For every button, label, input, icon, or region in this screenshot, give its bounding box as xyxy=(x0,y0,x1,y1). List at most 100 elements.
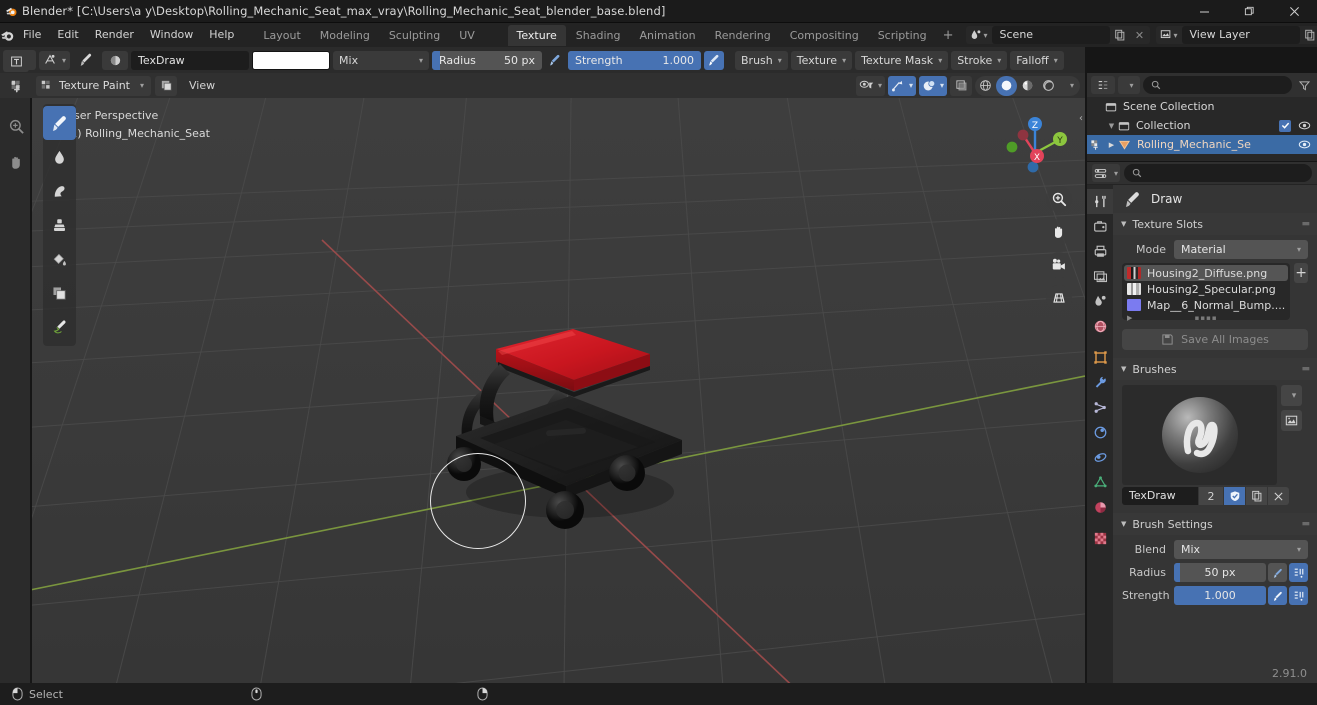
tab-view-layer[interactable] xyxy=(1087,264,1113,289)
tab-object-data[interactable] xyxy=(1087,470,1113,495)
brush-browse-dropdown[interactable]: ▾ xyxy=(1281,385,1302,406)
tab-scene[interactable] xyxy=(1087,289,1113,314)
blender-menu-icon[interactable] xyxy=(0,23,15,47)
tab-tool[interactable] xyxy=(1087,189,1113,214)
material-preview-shading-button[interactable] xyxy=(1017,76,1038,96)
shading-popover[interactable]: ▾ xyxy=(1059,76,1080,96)
outliner-row-rolling-mechanic-seat[interactable]: ▶ Rolling_Mechanic_Se xyxy=(1087,135,1317,154)
save-all-images-button[interactable]: Save All Images xyxy=(1122,329,1308,350)
new-view-layer-button[interactable] xyxy=(1300,26,1317,44)
view-layer-selector[interactable]: ▾ View Layer ✕ xyxy=(1155,26,1317,44)
camera-view-icon[interactable] xyxy=(1046,252,1072,278)
brush-datablock-icon[interactable] xyxy=(102,50,129,70)
texture-popover[interactable]: Texture ▾ xyxy=(790,50,853,70)
scene-selector[interactable]: ▾ Scene ✕ xyxy=(965,26,1150,44)
add-texture-slot-button[interactable]: + xyxy=(1294,263,1308,283)
radius-unified-toggle[interactable] xyxy=(1289,563,1308,582)
texture-slot-item[interactable]: Map__6_Normal_Bump.... xyxy=(1124,297,1288,313)
texture-mask-popover[interactable]: Texture Mask ▾ xyxy=(855,50,949,70)
menu-render[interactable]: Render xyxy=(87,23,142,47)
tab-shading[interactable]: Shading xyxy=(567,25,630,46)
interaction-mode-dropdown[interactable]: Texture Paint ▾ xyxy=(36,75,151,96)
left-viewport-editor-icon[interactable] xyxy=(3,74,29,98)
tab-texture-paint[interactable]: Texture Paint xyxy=(507,24,566,63)
left-editor-type-icon[interactable] xyxy=(3,50,29,72)
stroke-popover[interactable]: Stroke ▾ xyxy=(951,50,1008,70)
strength-unified-toggle[interactable] xyxy=(1289,586,1308,605)
brush-name-field[interactable]: TexDraw xyxy=(1122,487,1198,505)
brush-image-button[interactable] xyxy=(1281,410,1302,431)
menu-window[interactable]: Window xyxy=(142,23,201,47)
edge-zoom-icon[interactable] xyxy=(2,108,30,144)
texture-slot-item[interactable]: Housing2_Diffuse.png xyxy=(1124,265,1289,281)
wireframe-shading-button[interactable] xyxy=(975,76,996,96)
eye-icon[interactable] xyxy=(1298,120,1311,131)
strength-pressure-toggle[interactable] xyxy=(704,50,725,70)
annotate-tool-icon[interactable] xyxy=(43,310,76,344)
tab-world[interactable] xyxy=(1087,314,1113,339)
brushes-panel-header[interactable]: ▼ Brushes ▬ xyxy=(1113,358,1317,380)
outliner-editor-type-icon[interactable] xyxy=(1091,76,1115,94)
brush-name-field[interactable]: TexDraw xyxy=(131,50,250,70)
collection-checkbox[interactable] xyxy=(1279,119,1291,132)
overlays-toggle[interactable]: ▾ xyxy=(918,75,947,96)
tab-compositing[interactable]: Compositing xyxy=(781,25,868,46)
draw-brush-tool-icon[interactable] xyxy=(43,106,76,140)
texture-slot-list[interactable]: Housing2_Diffuse.png Housing2_Specular.p… xyxy=(1122,263,1291,322)
blend-dropdown[interactable]: Mix ▾ xyxy=(1174,540,1308,559)
tab-material[interactable] xyxy=(1087,495,1113,520)
outliner-search-input[interactable] xyxy=(1143,76,1292,94)
new-scene-button[interactable] xyxy=(1110,26,1130,44)
falloff-popover[interactable]: Falloff ▾ xyxy=(1010,50,1064,70)
zoom-icon[interactable] xyxy=(1046,186,1072,212)
rolling-mechanic-seat-model[interactable] xyxy=(398,316,758,546)
new-brush-button[interactable] xyxy=(1246,487,1267,505)
menu-help[interactable]: Help xyxy=(201,23,242,47)
texture-slots-panel-header[interactable]: ▼ Texture Slots ▬ xyxy=(1113,213,1317,235)
mask-tool-icon[interactable] xyxy=(43,276,76,310)
pan-hand-icon[interactable] xyxy=(1046,219,1072,245)
outliner-row-collection[interactable]: ▼ Collection xyxy=(1087,116,1317,135)
clone-tool-icon[interactable] xyxy=(43,208,76,242)
menu-file[interactable]: File xyxy=(15,23,49,47)
radius-slider[interactable]: Radius 50 px xyxy=(432,50,543,70)
edge-pan-icon[interactable] xyxy=(2,144,30,180)
brush-users-count[interactable]: 2 xyxy=(1199,487,1223,505)
tab-object[interactable] xyxy=(1087,345,1113,370)
tab-physics[interactable] xyxy=(1087,420,1113,445)
tab-constraints[interactable] xyxy=(1087,445,1113,470)
toggle-perspective-icon[interactable] xyxy=(1046,285,1072,311)
tab-layout[interactable]: Layout xyxy=(254,25,309,46)
outliner-display-mode-icon[interactable]: ▾ xyxy=(1118,76,1140,94)
strength-slider[interactable]: 1.000 xyxy=(1174,586,1266,605)
outliner-row-scene-collection[interactable]: Scene Collection xyxy=(1087,97,1317,116)
3d-viewport[interactable]: User Perspective (1) Rolling_Mechanic_Se… xyxy=(0,98,1085,683)
brush-color-swatch[interactable] xyxy=(252,50,331,70)
view-layer-name[interactable]: View Layer xyxy=(1181,26,1300,44)
texture-slot-item[interactable]: Housing2_Specular.png xyxy=(1124,281,1288,297)
tab-output[interactable] xyxy=(1087,239,1113,264)
smear-tool-icon[interactable] xyxy=(43,174,76,208)
tab-modifiers[interactable] xyxy=(1087,370,1113,395)
strength-slider[interactable]: Strength 1.000 xyxy=(568,50,702,70)
outliner-filter-icon[interactable] xyxy=(1295,76,1313,94)
disclosure-triangle-icon[interactable]: ▶ xyxy=(1105,141,1118,149)
minimize-button[interactable] xyxy=(1182,0,1227,23)
gizmo-toggle[interactable]: ▾ xyxy=(887,75,916,96)
unlink-brush-button[interactable] xyxy=(1268,487,1289,505)
soften-tool-icon[interactable] xyxy=(43,140,76,174)
close-button[interactable] xyxy=(1272,0,1317,23)
brush-preview[interactable] xyxy=(1122,385,1277,485)
radius-pressure-toggle[interactable] xyxy=(1268,563,1287,582)
radius-pressure-toggle[interactable] xyxy=(545,51,565,70)
navigation-gizmo[interactable]: Z Y X xyxy=(997,105,1067,175)
tab-render[interactable] xyxy=(1087,214,1113,239)
remove-scene-button[interactable]: ✕ xyxy=(1130,26,1150,44)
brush-popover[interactable]: Brush ▾ xyxy=(735,50,788,70)
radius-slider[interactable]: 50 px xyxy=(1174,563,1266,582)
tab-particles[interactable] xyxy=(1087,395,1113,420)
brush-preset-dropdown[interactable]: ▾ xyxy=(39,50,71,70)
tab-uv-editing[interactable]: UV Editing xyxy=(450,25,506,63)
scene-name[interactable]: Scene xyxy=(991,26,1110,44)
properties-search-input[interactable] xyxy=(1124,164,1312,182)
